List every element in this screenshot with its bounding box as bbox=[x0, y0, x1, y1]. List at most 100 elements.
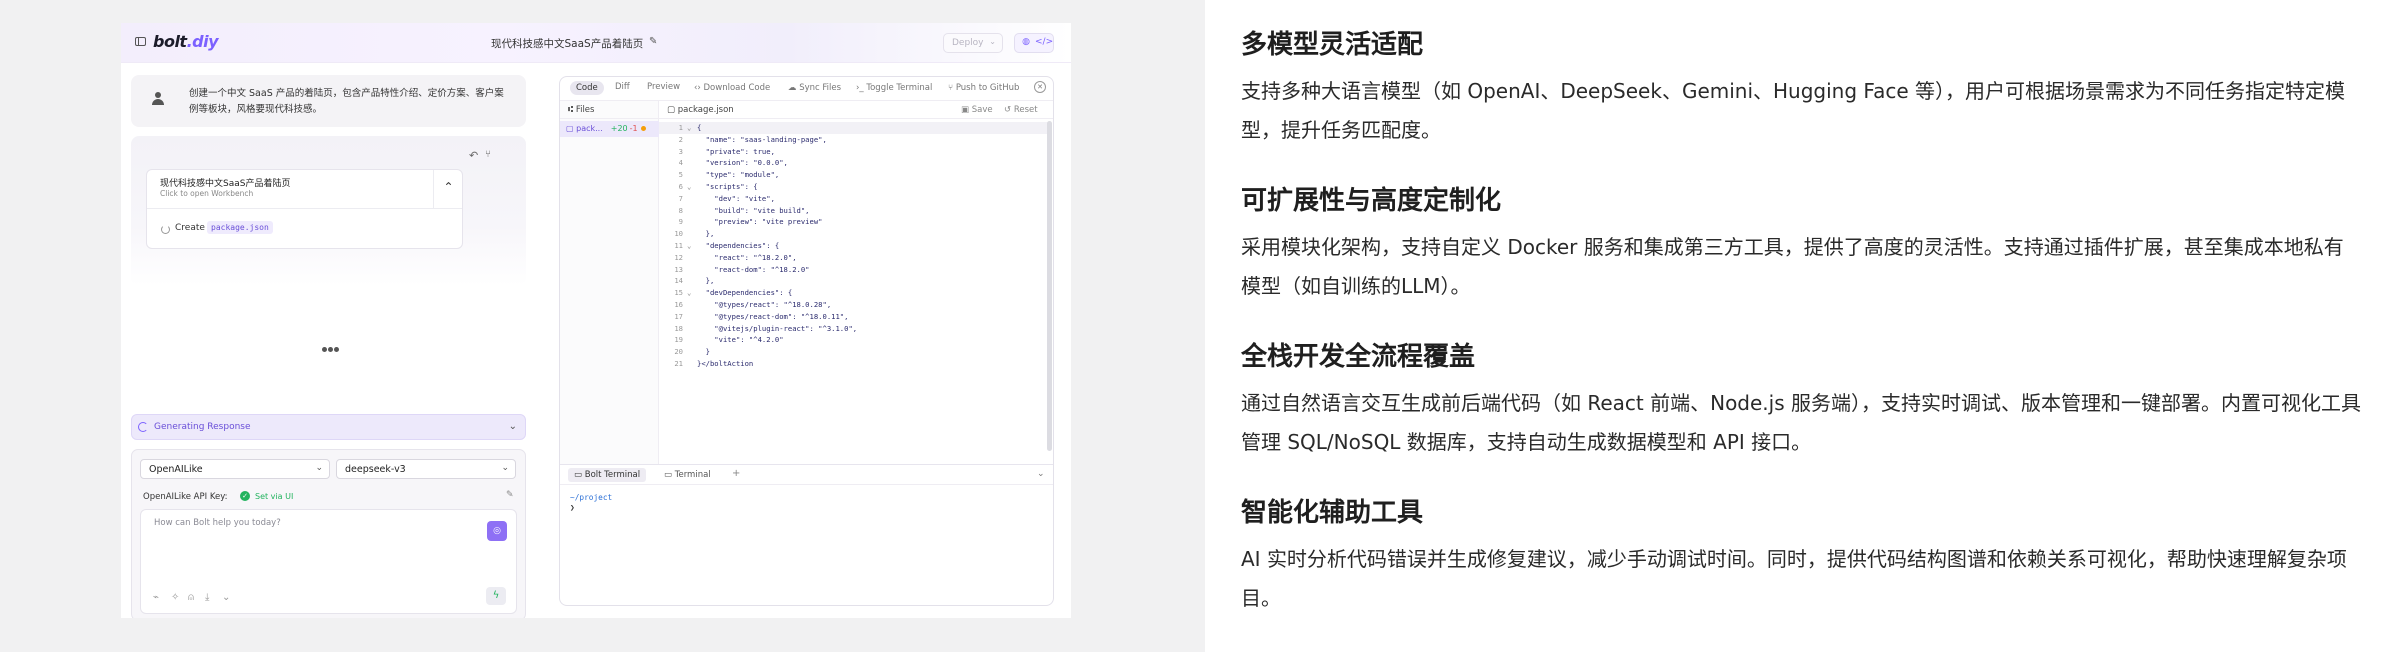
line-number: 10 bbox=[674, 229, 683, 239]
code-text: { bbox=[697, 123, 702, 132]
top-bar: bolt.diy 现代科技感中文SaaS产品着陆页 ✎ Deploy ⌄ ◍ </… bbox=[121, 23, 1071, 63]
action-label: Create bbox=[175, 223, 205, 233]
code-text: "@types/react-dom": "^18.0.11", bbox=[697, 311, 849, 321]
git-icon: ⑂ bbox=[948, 83, 956, 93]
code-text: } bbox=[697, 347, 710, 357]
user-message: 创建一个中文 SaaS 产品的着陆页，包含产品特性介绍、定价方案、客户案例等板块… bbox=[131, 75, 526, 127]
code-line: 8 "build": "vite build", bbox=[659, 205, 1049, 217]
code-text: "dev": "vite", bbox=[697, 193, 775, 203]
chevron-down-icon[interactable]: ⌄ bbox=[222, 592, 230, 603]
terminal-output[interactable]: ~/project ❯ bbox=[570, 493, 612, 513]
download-code-button[interactable]: ‹› Download Code bbox=[694, 83, 770, 93]
code-text: "private": true, bbox=[697, 146, 775, 156]
terminal-icon: ▭ bbox=[664, 470, 675, 480]
generating-status-bar[interactable]: Generating Response ⌄ bbox=[131, 414, 526, 440]
code-icon[interactable]: </> bbox=[1035, 37, 1053, 50]
line-number: 21 bbox=[674, 358, 683, 368]
close-icon[interactable]: ✕ bbox=[1034, 81, 1046, 93]
line-number: 13 bbox=[674, 264, 683, 274]
line-number: 15 bbox=[674, 288, 683, 298]
cloud-icon: ☁ bbox=[788, 83, 800, 93]
line-number: 16 bbox=[674, 299, 683, 309]
sync-files-button[interactable]: ☁ Sync Files bbox=[788, 83, 841, 93]
terminal-tabs: ▭ Bolt Terminal ▭ Terminal + ⌄ bbox=[560, 465, 1053, 485]
fold-icon[interactable]: ⌄ bbox=[687, 287, 697, 299]
tab-code[interactable]: Code bbox=[570, 81, 604, 95]
save-button[interactable]: ▣ Save bbox=[961, 105, 993, 115]
fold-icon[interactable]: ⌄ bbox=[687, 181, 697, 193]
undo-icon[interactable]: ↶ bbox=[469, 149, 478, 162]
terminal-icon: ›_ bbox=[856, 83, 867, 93]
line-number: 8 bbox=[678, 205, 683, 215]
section-title: 可扩展性与高度定制化 bbox=[1241, 186, 1502, 216]
code-editor[interactable]: ▢ package.json ▣ Save ↺ Reset 1 ⌄{2 "name… bbox=[659, 101, 1053, 464]
code-text: }, bbox=[697, 276, 715, 286]
spinner-icon bbox=[138, 422, 148, 432]
sparkle-icon[interactable]: ✧ bbox=[171, 592, 179, 603]
model-select[interactable]: deepseek-v3 ⌄ bbox=[336, 459, 516, 479]
code-line: 4 "version": "0.0.0", bbox=[659, 157, 1049, 169]
reset-button[interactable]: ↺ Reset bbox=[1004, 105, 1038, 115]
code-text: "react": "^18.2.0", bbox=[697, 252, 797, 262]
edit-api-key-icon[interactable]: ✎ bbox=[506, 490, 514, 500]
code-line: 12 "react": "^18.2.0", bbox=[659, 252, 1049, 264]
upload-icon[interactable]: ⤓ bbox=[205, 592, 209, 603]
code-icon: ‹› bbox=[694, 83, 704, 93]
code-line: 18 "@vitejs/plugin-react": "^3.1.0", bbox=[659, 323, 1049, 335]
code-line: 13 "react-dom": "^18.2.0" bbox=[659, 264, 1049, 276]
code-text: "devDependencies": { bbox=[697, 288, 793, 298]
code-text: "vite": "^4.2.0" bbox=[697, 335, 784, 345]
screenshot-pane: bolt.diy 现代科技感中文SaaS产品着陆页 ✎ Deploy ⌄ ◍ </… bbox=[0, 0, 1205, 652]
line-number: 18 bbox=[674, 323, 683, 333]
divider bbox=[147, 208, 462, 209]
sidebar-toggle-icon[interactable] bbox=[135, 37, 146, 46]
chat-column: 创建一个中文 SaaS 产品的着陆页，包含产品特性介绍、定价方案、客户案例等板块… bbox=[131, 75, 526, 618]
scrollbar[interactable] bbox=[1047, 121, 1052, 451]
spinner-icon bbox=[161, 225, 170, 234]
fork-icon[interactable]: ⑂ bbox=[485, 149, 491, 160]
chevron-down-icon[interactable]: ⌄ bbox=[1037, 469, 1045, 479]
artifact-card[interactable]: 现代科技感中文SaaS产品着陆页 Click to open Workbench… bbox=[146, 169, 463, 249]
prompt-panel: OpenAILike ⌄ deepseek-v3 ⌄ OpenAILike API … bbox=[131, 449, 526, 618]
tab-diff[interactable]: Diff bbox=[615, 82, 630, 92]
code-line: 3 "private": true, bbox=[659, 146, 1049, 158]
code-text: "name": "saas-landing-page", bbox=[697, 134, 827, 144]
section-body: 支持多种大语言模型（如 OpenAI、DeepSeek、Gemini、Huggi… bbox=[1241, 79, 2345, 142]
section-title: 全栈开发全流程覆盖 bbox=[1241, 342, 1476, 372]
line-number: 9 bbox=[678, 217, 683, 227]
tab-bolt-terminal[interactable]: ▭ Bolt Terminal bbox=[568, 468, 647, 482]
chevron-up-icon[interactable]: ⌃ bbox=[433, 170, 463, 208]
push-to-github-button[interactable]: ⑂ Push to GitHub bbox=[948, 83, 1019, 93]
tab-terminal[interactable]: ▭ Terminal bbox=[664, 470, 711, 480]
line-number: 19 bbox=[674, 335, 683, 345]
tab-preview[interactable]: Preview bbox=[647, 82, 680, 92]
fold-icon[interactable]: ⌄ bbox=[687, 240, 697, 252]
provider-select[interactable]: OpenAILike ⌄ bbox=[140, 459, 330, 479]
fold-icon[interactable]: ⌄ bbox=[687, 122, 697, 134]
mic-icon[interactable]: ⍝ bbox=[188, 592, 194, 603]
code-text: "version": "0.0.0", bbox=[697, 158, 788, 168]
section-body: 采用模块化架构，支持自定义 Docker 服务和集成第三方工具，提供了高度的灵活… bbox=[1241, 235, 2344, 298]
chat-title: 现代科技感中文SaaS产品着陆页 bbox=[491, 38, 644, 50]
chevron-down-icon[interactable]: ⌄ bbox=[509, 421, 517, 432]
stop-button[interactable]: ◎ bbox=[487, 521, 507, 541]
logo: bolt.diy bbox=[153, 32, 219, 51]
artifact-subtitle: Click to open Workbench bbox=[160, 189, 254, 198]
chevron-down-icon: ⌄ bbox=[501, 463, 509, 473]
code-line: 16 "@types/react": "^18.0.28", bbox=[659, 299, 1049, 311]
view-toggle[interactable]: ◍ </> bbox=[1014, 33, 1054, 53]
plus-icon[interactable]: + bbox=[732, 468, 740, 479]
file-item[interactable]: ▢ pack... +20 -1 bbox=[560, 121, 659, 137]
deploy-button[interactable]: Deploy ⌄ bbox=[943, 33, 1003, 53]
line-number: 4 bbox=[678, 158, 683, 168]
check-circle-icon: ✓ bbox=[240, 491, 250, 501]
code-line: 5 "type": "module", bbox=[659, 169, 1049, 181]
prompt-input[interactable]: How can Bolt help you today? ◎ ⌁ ✧ ⍝ ⤓ ⌄… bbox=[140, 509, 517, 614]
pencil-icon[interactable]: ✎ bbox=[649, 36, 661, 48]
code-text: }, bbox=[697, 229, 715, 239]
bolt-icon[interactable]: ϟ bbox=[486, 587, 506, 605]
paperclip-icon[interactable]: ⌁ bbox=[153, 592, 159, 603]
toggle-terminal-button[interactable]: ›_ Toggle Terminal bbox=[856, 83, 932, 93]
line-number: 5 bbox=[678, 170, 683, 180]
chat-icon[interactable]: ◍ bbox=[1018, 37, 1034, 50]
